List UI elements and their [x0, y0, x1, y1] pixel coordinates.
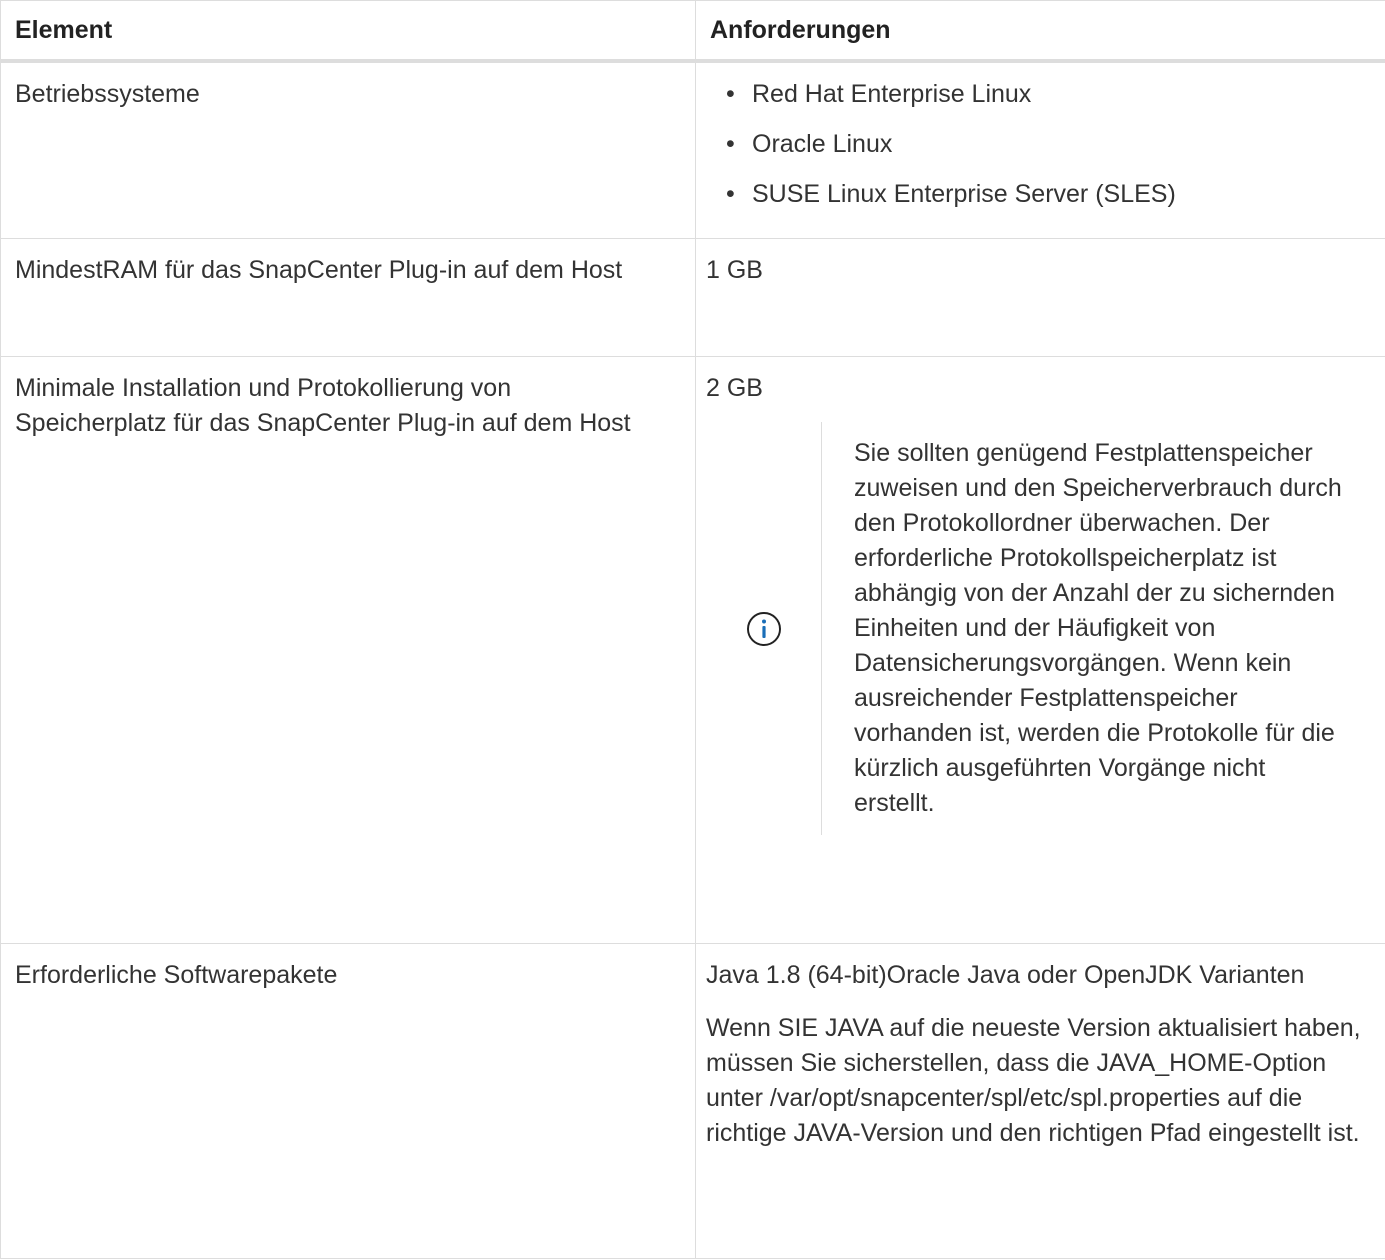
info-note-text: Sie sollten genügend Festplattenspeicher… [821, 422, 1344, 835]
requirements-table: Element Anforderungen Betriebssysteme • R… [0, 0, 1385, 1259]
row-os-requirements: • Red Hat Enterprise Linux • Oracle Linux … [695, 60, 1385, 239]
info-note-icon-column [706, 422, 821, 835]
table-row: Erforderliche Softwarepakete Java 1.8 (6… [0, 943, 1385, 1259]
info-note: Sie sollten genügend Festplattenspeicher… [706, 422, 1375, 835]
os-item-label: Red Hat Enterprise Linux [752, 80, 1032, 108]
header-element: Element [0, 0, 696, 63]
list-item: • Oracle Linux [726, 130, 893, 158]
software-requirement-value: Java 1.8 (64-bit)Oracle Java oder OpenJD… [706, 961, 1305, 989]
disk-requirement-value: 2 GB [706, 374, 763, 402]
list-item: • Red Hat Enterprise Linux [726, 80, 1032, 108]
row-disk-requirements: 2 GB Sie sollten genügend Festplattenspe… [695, 356, 1385, 944]
table-row: MindestRAM für das SnapCenter Plug-in au… [0, 238, 1385, 357]
software-requirement-detail: Wenn SIE JAVA auf die neueste Version ak… [706, 1014, 1361, 1147]
row-ram-requirement: 1 GB [695, 238, 1385, 357]
row-disk-element: Minimale Installation und Protokollierun… [0, 356, 696, 944]
os-list: • Red Hat Enterprise Linux • Oracle Linux … [706, 77, 1375, 212]
os-item-label: Oracle Linux [752, 130, 893, 158]
table-row: Minimale Installation und Protokollierun… [0, 356, 1385, 944]
row-software-element: Erforderliche Softwarepakete [0, 943, 696, 1259]
list-item: • SUSE Linux Enterprise Server (SLES) [726, 180, 1176, 208]
table-header-row: Element Anforderungen [0, 0, 1385, 63]
info-circle-icon [746, 611, 781, 646]
row-software-requirements: Java 1.8 (64-bit)Oracle Java oder OpenJD… [695, 943, 1385, 1259]
row-ram-element: MindestRAM für das SnapCenter Plug-in au… [0, 238, 696, 357]
os-item-label: SUSE Linux Enterprise Server (SLES) [752, 180, 1176, 208]
row-os-element: Betriebssysteme [0, 60, 696, 239]
table-row: Betriebssysteme • Red Hat Enterprise Linu… [0, 60, 1385, 239]
header-requirements: Anforderungen [695, 0, 1385, 63]
